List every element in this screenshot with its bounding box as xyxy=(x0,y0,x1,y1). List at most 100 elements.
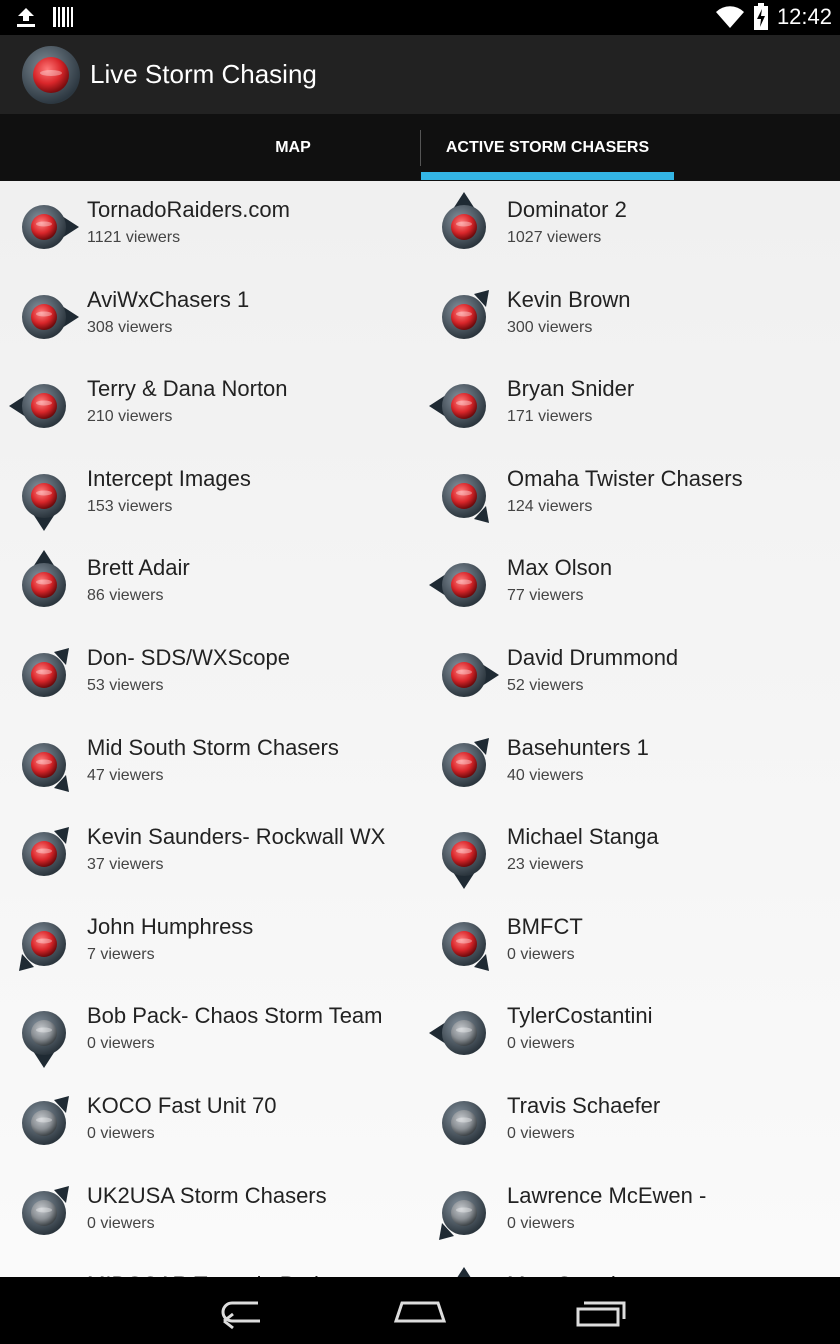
list-item[interactable]: TornadoRaiders.com 1121 viewers xyxy=(0,181,420,270)
tab-active-storm-chasers[interactable]: ACTIVE STORM CHASERS xyxy=(421,114,674,181)
list-item[interactable]: Michael Stanga 23 viewers xyxy=(420,808,840,897)
viewer-count: 40 viewers xyxy=(507,767,584,784)
viewer-count: 153 viewers xyxy=(87,498,173,515)
offline-marker-icon xyxy=(439,1191,486,1240)
live-marker-icon xyxy=(22,205,79,249)
live-marker-icon xyxy=(429,563,486,607)
viewer-count: 308 viewers xyxy=(87,319,173,336)
chaser-name: Michael Stanga xyxy=(507,824,659,849)
viewer-count: 1027 viewers xyxy=(507,229,602,246)
chaser-name: Bryan Snider xyxy=(507,376,635,401)
chaser-name: John Humphress xyxy=(87,914,254,939)
live-marker-icon xyxy=(442,832,486,889)
list-item[interactable]: BMFCT 0 viewers xyxy=(420,898,840,987)
app-logo-icon[interactable] xyxy=(20,44,82,106)
list-item[interactable]: Travis Schaefer 0 viewers xyxy=(420,1077,840,1166)
list-item[interactable]: Mid South Storm Chasers 47 viewers xyxy=(0,719,420,808)
chaser-name: Basehunters 1 xyxy=(507,735,649,760)
list-item[interactable]: Matt Grantham xyxy=(420,1256,840,1277)
back-icon[interactable] xyxy=(200,1287,280,1333)
live-marker-icon xyxy=(22,827,69,876)
live-marker-icon xyxy=(22,743,69,792)
list-item[interactable]: Omaha Twister Chasers 124 viewers xyxy=(420,450,840,539)
clock: 12:42 xyxy=(776,4,832,29)
viewer-count: 7 viewers xyxy=(87,946,155,963)
chaser-list[interactable]: TornadoRaiders.com 1121 viewers Dominator … xyxy=(0,181,840,1277)
list-item[interactable]: Kevin Saunders- Rockwall WX 37 viewers xyxy=(0,808,420,897)
viewer-count: 0 viewers xyxy=(507,1215,575,1232)
live-marker-icon xyxy=(22,474,66,531)
chaser-name: Max Olson xyxy=(507,555,613,580)
list-item[interactable]: TylerCostantini 0 viewers xyxy=(420,987,840,1076)
viewer-count: 0 viewers xyxy=(87,1035,155,1052)
battery-icon xyxy=(753,3,768,30)
chaser-name: David Drummond xyxy=(507,645,679,670)
status-bar: 12:42 xyxy=(0,0,840,35)
chaser-name: KOCO Fast Unit 70 xyxy=(87,1093,277,1118)
chaser-name: Bob Pack- Chaos Storm Team xyxy=(87,1003,383,1028)
viewer-count: 0 viewers xyxy=(507,1035,575,1052)
viewer-count: 47 viewers xyxy=(87,767,164,784)
action-bar: Live Storm Chasing xyxy=(0,35,840,114)
chaser-name: AviWxChasers 1 xyxy=(87,287,250,312)
chaser-name: Mid South Storm Chasers xyxy=(87,735,339,760)
live-marker-icon xyxy=(9,384,66,428)
chaser-name: Kevin Saunders- Rockwall WX xyxy=(87,824,386,849)
live-marker-icon xyxy=(442,290,489,339)
viewer-count: 0 viewers xyxy=(507,946,575,963)
viewer-count: 86 viewers xyxy=(87,587,164,604)
viewer-count: 0 viewers xyxy=(507,1125,575,1142)
chaser-name: Travis Schaefer xyxy=(507,1093,661,1118)
list-item[interactable]: Max Olson 77 viewers xyxy=(420,539,840,628)
viewer-count: 53 viewers xyxy=(87,677,164,694)
chaser-name: Omaha Twister Chasers xyxy=(507,466,743,491)
list-item[interactable]: Kevin Brown 300 viewers xyxy=(420,271,840,360)
list-item[interactable]: UK2USA Storm Chasers 0 viewers xyxy=(0,1167,420,1256)
chaser-name: UK2USA Storm Chasers xyxy=(87,1183,327,1208)
chaser-name: TylerCostantini xyxy=(507,1003,653,1028)
list-item[interactable]: MIDSCAR Tornado Probe xyxy=(0,1256,420,1277)
upload-icon xyxy=(17,8,35,27)
live-marker-icon xyxy=(442,922,489,971)
live-marker-icon xyxy=(442,653,499,697)
recent-apps-icon[interactable] xyxy=(560,1287,640,1333)
list-item[interactable]: David Drummond 52 viewers xyxy=(420,629,840,718)
list-item[interactable]: Don- SDS/WXScope 53 viewers xyxy=(0,629,420,718)
offline-marker-icon xyxy=(457,1267,471,1277)
list-item[interactable]: John Humphress 7 viewers xyxy=(0,898,420,987)
live-marker-icon xyxy=(442,474,489,523)
offline-marker-icon xyxy=(442,1101,486,1145)
list-item[interactable]: Brett Adair 86 viewers xyxy=(0,539,420,628)
list-item[interactable]: KOCO Fast Unit 70 0 viewers xyxy=(0,1077,420,1166)
live-marker-icon xyxy=(22,648,69,697)
viewer-count: 0 viewers xyxy=(87,1215,155,1232)
live-marker-icon xyxy=(19,922,66,971)
chaser-name: Don- SDS/WXScope xyxy=(87,645,290,670)
navigation-bar xyxy=(0,1277,840,1344)
chaser-name: TornadoRaiders.com xyxy=(87,197,290,222)
list-item[interactable]: Bryan Snider 171 viewers xyxy=(420,360,840,449)
viewer-count: 0 viewers xyxy=(87,1125,155,1142)
live-marker-icon xyxy=(22,295,79,339)
home-icon[interactable] xyxy=(380,1287,460,1333)
chaser-name: BMFCT xyxy=(507,914,583,939)
chaser-name: Kevin Brown xyxy=(507,287,631,312)
viewer-count: 300 viewers xyxy=(507,319,593,336)
viewer-count: 210 viewers xyxy=(87,408,173,425)
list-item[interactable]: Lawrence McEwen - 0 viewers xyxy=(420,1167,840,1256)
live-marker-icon xyxy=(442,738,489,787)
offline-marker-icon xyxy=(22,1011,66,1068)
list-item[interactable]: AviWxChasers 1 308 viewers xyxy=(0,271,420,360)
list-item[interactable]: Dominator 2 1027 viewers xyxy=(420,181,840,270)
list-item[interactable]: Intercept Images 153 viewers xyxy=(0,450,420,539)
list-item[interactable]: Basehunters 1 40 viewers xyxy=(420,719,840,808)
tab-map[interactable]: MAP xyxy=(166,114,420,181)
offline-marker-icon xyxy=(429,1011,486,1055)
offline-marker-icon xyxy=(22,1096,69,1145)
barcode-icon xyxy=(53,7,73,27)
chaser-name: Lawrence McEwen - xyxy=(507,1183,707,1208)
chaser-name: Brett Adair xyxy=(87,555,190,580)
list-item[interactable]: Bob Pack- Chaos Storm Team 0 viewers xyxy=(0,987,420,1076)
tab-selected-indicator xyxy=(421,172,674,180)
list-item[interactable]: Terry & Dana Norton 210 viewers xyxy=(0,360,420,449)
